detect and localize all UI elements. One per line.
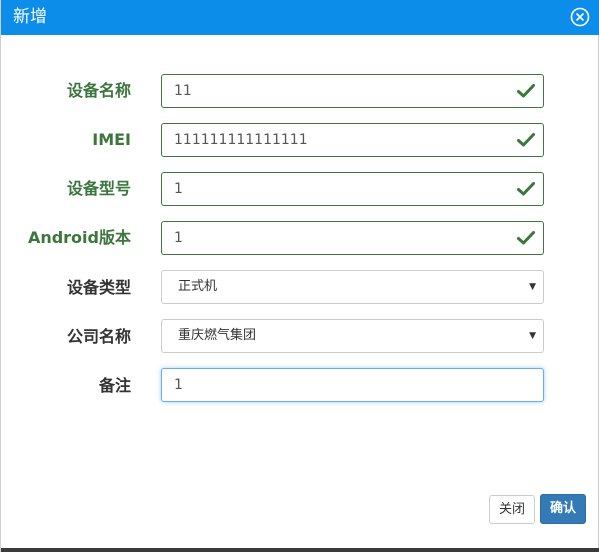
confirm-button[interactable]: 确认	[540, 494, 586, 524]
dropdown-arrow-icon: ▼	[529, 331, 536, 341]
window-bottom-edge	[1, 548, 599, 552]
device-type-value: 正式机	[178, 279, 218, 294]
device-name-value: 11	[174, 83, 192, 99]
device-name-input[interactable]: 11	[161, 74, 544, 108]
dialog-title: 新增	[13, 7, 47, 27]
company-name-label: 公司名称	[66, 327, 131, 346]
imei-value: 111111111111111	[174, 132, 308, 148]
check-icon	[517, 231, 535, 245]
android-version-value: 1	[174, 230, 183, 246]
close-button[interactable]: 关闭	[489, 495, 535, 524]
device-model-value: 1	[174, 181, 183, 197]
company-name-value: 重庆燃气集团	[178, 328, 257, 343]
remark-input[interactable]: 1	[161, 368, 544, 402]
imei-input[interactable]: 111111111111111	[161, 123, 544, 157]
check-icon	[517, 133, 535, 147]
close-circle-icon[interactable]	[570, 7, 590, 27]
add-dialog: 新增 设备名称 11 IMEI 111111111111111 设备型号 1 A…	[0, 0, 599, 552]
dropdown-arrow-icon: ▼	[529, 282, 536, 292]
android-version-input[interactable]: 1	[161, 221, 544, 255]
android-version-label: Android版本	[27, 228, 131, 247]
device-model-input[interactable]: 1	[161, 172, 544, 206]
device-type-select[interactable]: 正式机 ▼	[161, 270, 544, 304]
dialog-titlebar: 新增	[1, 0, 599, 35]
device-name-label: 设备名称	[66, 81, 131, 100]
imei-label: IMEI	[92, 130, 131, 149]
remark-value: 1	[174, 377, 183, 393]
check-icon	[517, 84, 535, 98]
device-model-label: 设备型号	[66, 179, 131, 198]
device-type-label: 设备类型	[66, 278, 131, 297]
remark-label: 备注	[98, 376, 131, 395]
check-icon	[517, 182, 535, 196]
company-name-select[interactable]: 重庆燃气集团 ▼	[161, 319, 544, 353]
